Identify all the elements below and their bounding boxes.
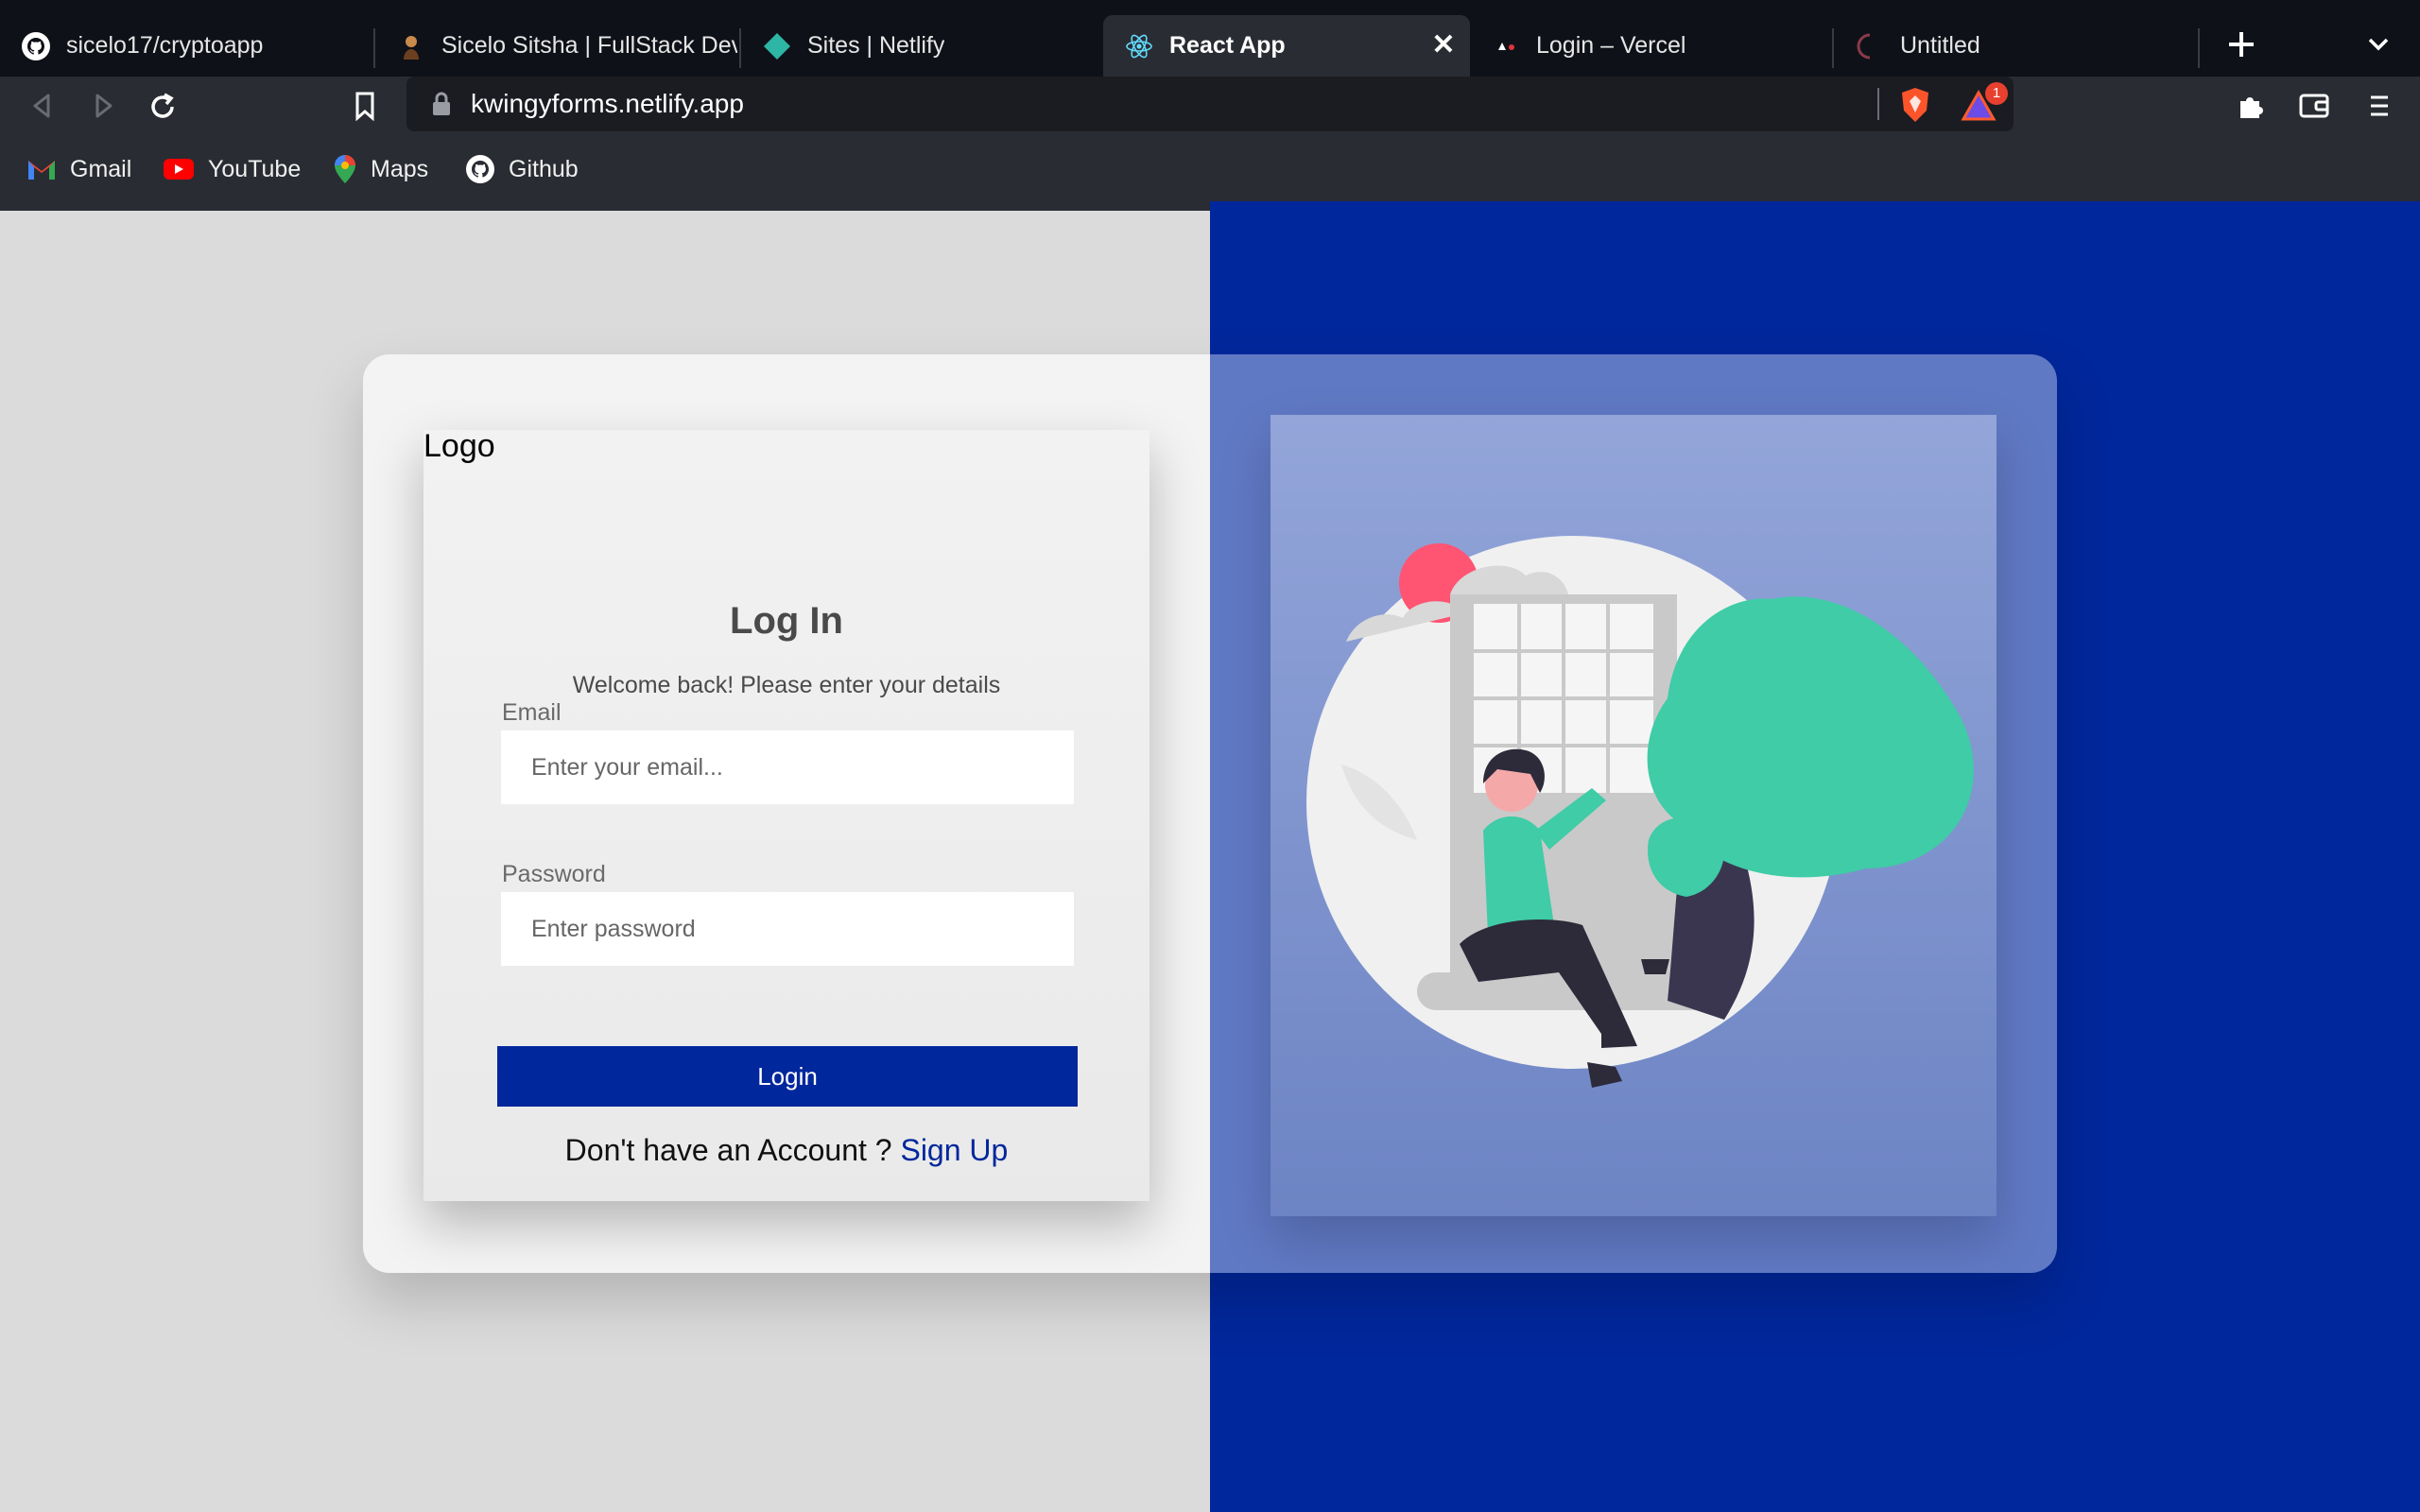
bookmark-github[interactable]: Github	[465, 150, 579, 188]
login-form-panel: Log In Welcome back! Please enter your d…	[424, 430, 1150, 1201]
bookmark-maps[interactable]: Maps	[333, 150, 428, 188]
browser-toolbar: kwingyforms.netlify.app 1 Gmail YouTube …	[0, 77, 2420, 211]
github-icon	[466, 155, 494, 183]
gmail-icon	[28, 161, 55, 180]
tab-untitled[interactable]: Untitled	[1834, 15, 2198, 77]
bookmark-label: Maps	[371, 155, 429, 182]
signup-prompt: Don't have an Account ?	[564, 1133, 892, 1167]
signup-row: Don't have an Account ? Sign Up	[424, 1133, 1150, 1168]
tab-portfolio[interactable]: Sicelo Sitsha | FullStack Developer	[375, 15, 737, 77]
tab-github[interactable]: sicelo17/cryptoapp	[0, 15, 373, 77]
loading-icon	[1857, 33, 1871, 59]
new-tab-icon[interactable]	[2225, 28, 2257, 60]
tab-title: Sicelo Sitsha | FullStack Developer	[441, 32, 737, 59]
tab-title: Sites | Netlify	[807, 32, 945, 59]
form-title: Log In	[730, 600, 843, 642]
rewards-badge: 1	[1985, 82, 2008, 105]
tab-title: Login – Vercel	[1536, 32, 1686, 59]
back-icon[interactable]	[26, 90, 59, 122]
avatar-icon	[404, 35, 419, 60]
lock-icon[interactable]	[431, 91, 452, 117]
login-card: Log In Welcome back! Please enter your d…	[363, 354, 2057, 1273]
address-bar[interactable]: kwingyforms.netlify.app 1	[406, 77, 2014, 131]
tab-divider	[2198, 28, 2200, 68]
page-viewport: Log In Welcome back! Please enter your d…	[0, 201, 2420, 1512]
logo: Logo	[424, 428, 495, 464]
cup-shape	[1641, 959, 1669, 974]
woman-window-illustration	[1306, 536, 1974, 1088]
password-label: Password	[502, 861, 606, 887]
brave-shields-icon[interactable]	[1898, 86, 1932, 124]
card-left-half: Log In Welcome back! Please enter your d…	[363, 354, 1210, 1273]
bookmark-page-icon[interactable]	[350, 90, 380, 122]
close-tab-icon[interactable]: ✕	[1426, 28, 1461, 62]
illustration-panel	[1270, 415, 1996, 1216]
github-icon	[22, 31, 50, 60]
card-right-half	[1210, 354, 2057, 1273]
tab-title: Untitled	[1900, 32, 1980, 59]
person-shoe	[1587, 1062, 1622, 1088]
tab-title: sicelo17/cryptoapp	[66, 32, 264, 59]
url-divider	[1877, 88, 1879, 120]
email-label: Email	[502, 699, 562, 726]
menu-icon[interactable]	[2363, 90, 2395, 122]
reload-icon[interactable]	[146, 90, 180, 124]
extensions-icon[interactable]	[2235, 90, 2267, 122]
tab-title: React App	[1169, 32, 1286, 59]
email-field[interactable]	[501, 730, 1074, 804]
bookmark-label: Github	[509, 155, 579, 182]
signup-link[interactable]: Sign Up	[900, 1133, 1008, 1167]
tab-list-chevron-icon[interactable]	[2365, 32, 2392, 57]
bookmark-label: Gmail	[70, 155, 132, 182]
netlify-icon	[764, 32, 790, 60]
login-button[interactable]: Login	[497, 1046, 1078, 1107]
bookmark-gmail[interactable]: Gmail	[26, 150, 131, 188]
form-subtitle: Welcome back! Please enter your details	[572, 672, 1001, 698]
tab-netlify[interactable]: Sites | Netlify	[741, 15, 1100, 77]
bookmark-label: YouTube	[208, 155, 302, 182]
bookmark-youtube[interactable]: YouTube	[163, 150, 301, 188]
tab-vercel[interactable]: Login – Vercel	[1470, 15, 1829, 77]
maps-icon	[335, 155, 355, 183]
forward-icon[interactable]	[87, 90, 119, 122]
tab-react-app[interactable]: React App ✕	[1103, 15, 1470, 77]
tab-strip: sicelo17/cryptoapp Sicelo Sitsha | FullS…	[0, 0, 2420, 77]
react-icon	[1126, 34, 1152, 58]
wallet-icon[interactable]	[2297, 90, 2331, 122]
url-text: kwingyforms.netlify.app	[471, 89, 744, 118]
vercel-icon	[1498, 42, 1514, 50]
password-field[interactable]	[501, 892, 1074, 966]
youtube-icon	[164, 159, 194, 180]
